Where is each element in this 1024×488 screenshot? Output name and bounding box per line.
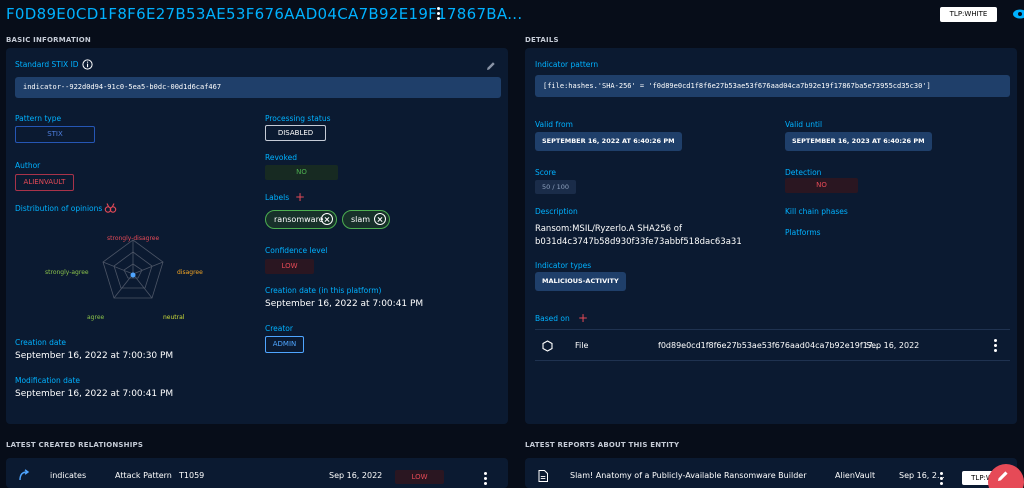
author-tag[interactable]: ALIENVAULT (15, 174, 74, 191)
based-on-row[interactable]: File f0d89e0cd1f8f6e27b53ae53f676aad04ca… (535, 332, 1010, 360)
basic-info-section-title: BASIC INFORMATION (6, 36, 91, 44)
hexagon-file-icon (542, 340, 553, 352)
relationship-entity-name: T1059 (179, 471, 205, 480)
platform-creation-label: Creation date (in this platform) (265, 286, 382, 295)
radar-label-neutral: neutral (163, 314, 185, 321)
remove-label-icon[interactable] (374, 213, 386, 225)
creator-label: Creator (265, 324, 293, 333)
detection-label: Detection (785, 168, 822, 177)
radar-label-disagree: disagree (177, 269, 203, 276)
opinions-edit-icon[interactable] (104, 202, 117, 214)
platforms-label: Platforms (785, 228, 821, 237)
radar-label-agree: agree (87, 314, 105, 321)
label-chip-text: ransomware (274, 215, 324, 224)
kill-chain-label: Kill chain phases (785, 207, 848, 216)
based-on-divider (535, 329, 1010, 330)
report-more-icon[interactable] (937, 471, 945, 487)
page-title: F0D89E0CD1F8F6E27B53AE53F676AAD04CA7B92E… (6, 5, 523, 23)
label-chip-text: slam (351, 215, 371, 224)
top-bar: F0D89E0CD1F8F6E27B53AE53F676AAD04CA7B92E… (0, 0, 1024, 32)
opinions-label: Distribution of opinions (15, 204, 103, 213)
basic-info-panel: Standard STIX ID indicator--922d0d94-91c… (6, 48, 508, 424)
creation-date-value: September 16, 2022 at 7:00:30 PM (15, 351, 174, 361)
confidence-label: Confidence level (265, 246, 328, 255)
processing-status-label: Processing status (265, 114, 331, 123)
indicator-pattern-value: [file:hashes.'SHA-256' = 'f0d89e0cd1f8f6… (535, 75, 1010, 97)
description-label: Description (535, 207, 578, 216)
relationship-entity-type: Attack Pattern (115, 471, 172, 480)
creation-date-label: Creation date (15, 338, 67, 347)
stix-id-label: Standard STIX ID (15, 60, 79, 69)
floating-edit-button[interactable] (984, 458, 1024, 488)
remove-label-icon[interactable] (321, 213, 333, 225)
score-tag: 50 / 100 (535, 180, 576, 194)
revoked-tag: NO (265, 165, 338, 180)
description-line-2: b031d4c3747b58d930f33fe73abbf518dac63a31 (535, 237, 742, 247)
relationship-confidence-tag: LOW (395, 470, 444, 484)
details-panel: Indicator pattern [file:hashes.'SHA-256'… (525, 48, 1017, 424)
indicator-pattern-label: Indicator pattern (535, 60, 599, 69)
report-author: AlienVault (835, 471, 876, 480)
indicator-types-label: Indicator types (535, 261, 592, 270)
label-chip-slam: slam (342, 210, 390, 229)
valid-until-value: SEPTEMBER 16, 2023 AT 6:40:26 PM (785, 132, 932, 151)
relationship-more-icon[interactable] (481, 471, 489, 487)
add-label-icon[interactable]: + (295, 191, 305, 203)
radar-label-strongly-agree: strongly-agree (45, 269, 89, 276)
platform-creation-value: September 16, 2022 at 7:00:41 PM (265, 299, 424, 309)
detection-tag: NO (785, 178, 858, 193)
relationships-section-title: LATEST CREATED RELATIONSHIPS (6, 441, 144, 449)
pattern-type-label: Pattern type (15, 114, 62, 123)
details-section-title: DETAILS (525, 36, 559, 44)
description-line-1: Ransom:MSIL/Ryzerlo.A SHA256 of (535, 224, 682, 234)
info-icon[interactable] (82, 59, 93, 70)
radar-data-point (130, 272, 136, 278)
based-on-more-icon[interactable] (991, 338, 999, 354)
stix-id-value: indicator--922d0d94-91c0-5ea5-b0dc-00d1d… (15, 77, 501, 98)
score-label: Score (535, 168, 557, 177)
based-on-label: Based on (535, 314, 570, 323)
based-on-divider-bottom (535, 360, 1010, 361)
based-on-date: Sep 16, 2022 (866, 341, 920, 350)
confidence-tag: LOW (265, 259, 314, 274)
based-on-value: f0d89e0cd1f8f6e27b53ae53f676aad04ca7b92e… (658, 341, 881, 350)
tlp-marking-badge: TLP:WHITE (940, 7, 997, 22)
report-document-icon (538, 470, 548, 482)
relationship-row[interactable]: indicates Attack Pattern T1059 Sep 16, 2… (6, 458, 508, 488)
radar-label-strongly-disagree: strongly-disagree (107, 235, 160, 242)
more-options-icon[interactable] (434, 6, 442, 22)
add-based-on-icon[interactable]: + (578, 312, 588, 324)
valid-until-label: Valid until (785, 120, 823, 129)
pencil-icon (998, 471, 1008, 481)
relationship-type: indicates (50, 471, 87, 480)
eye-icon[interactable] (1011, 8, 1024, 20)
valid-from-label: Valid from (535, 120, 573, 129)
report-title: Slam! Anatomy of a Publicly-Available Ra… (570, 471, 807, 480)
label-chip-ransomware: ransomware (265, 210, 337, 229)
relationship-arrow-icon (19, 469, 30, 481)
report-row[interactable]: Slam! Anatomy of a Publicly-Available Ra… (525, 458, 1018, 488)
valid-from-value: SEPTEMBER 16, 2022 AT 6:40:26 PM (535, 132, 682, 151)
indicator-type-chip: MALICIOUS-ACTIVITY (535, 272, 626, 291)
pattern-type-tag: STIX (15, 126, 95, 143)
modification-date-value: September 16, 2022 at 7:00:41 PM (15, 389, 174, 399)
based-on-type: File (575, 341, 589, 350)
relationship-date: Sep 16, 2022 (329, 471, 383, 480)
reports-section-title: LATEST REPORTS ABOUT THIS ENTITY (525, 441, 680, 449)
labels-label: Labels (265, 193, 290, 202)
author-label: Author (15, 161, 41, 170)
creator-tag[interactable]: ADMIN (265, 336, 304, 353)
edit-pencil-icon[interactable] (486, 61, 496, 71)
revoked-label: Revoked (265, 153, 297, 162)
modification-date-label: Modification date (15, 376, 81, 385)
processing-status-tag: DISABLED (265, 125, 326, 141)
